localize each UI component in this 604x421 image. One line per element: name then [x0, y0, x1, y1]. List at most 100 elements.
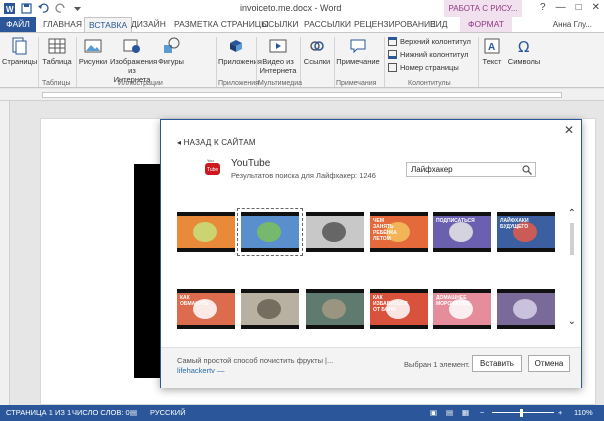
scroll-down-icon[interactable]: ⌄ — [568, 316, 576, 327]
tab-insert[interactable]: ВСТАВКА — [84, 17, 133, 32]
video-thumbnail[interactable]: ДОМАШНЕЕ МОРОЖЕНОЕ — [433, 289, 491, 329]
zoom-slider-thumb[interactable] — [520, 409, 523, 417]
thumbnail-graphic — [193, 222, 217, 242]
scroll-up-icon[interactable]: ⌃ — [568, 208, 576, 219]
customize-qat-icon[interactable] — [72, 3, 83, 14]
close-window-icon[interactable]: ✕ — [592, 2, 600, 13]
video-thumbnail[interactable] — [306, 212, 364, 252]
pictures-label: Рисунки — [78, 57, 108, 66]
video-thumbnail[interactable] — [241, 289, 299, 329]
user-account[interactable]: Анна Глу... — [553, 17, 592, 32]
group-label-comments: Примечания — [336, 80, 377, 87]
shapes-label: Фигуры — [158, 57, 184, 66]
page-number-label: Номер страницы — [400, 63, 459, 72]
tab-design[interactable]: ДИЗАЙН — [127, 17, 170, 32]
tab-home[interactable]: ГЛАВНАЯ — [39, 17, 86, 32]
online-video-button[interactable]: Видео из Интернета — [258, 35, 298, 75]
video-thumbnail[interactable]: ЛАЙФХАКИ БУДУЩЕГО — [497, 212, 555, 252]
letterbox-bar — [370, 212, 428, 216]
page-number-icon — [388, 63, 397, 72]
letterbox-bar — [433, 248, 491, 252]
close-dialog-icon[interactable]: ✕ — [564, 123, 574, 137]
svg-text:A: A — [488, 42, 495, 53]
svg-text:Ω: Ω — [518, 38, 529, 55]
scrollbar-thumb[interactable] — [570, 223, 574, 255]
online-pictures-button[interactable]: Изображения из Интернета — [110, 35, 157, 84]
links-button[interactable]: Ссылки — [302, 35, 332, 66]
zoom-in-icon[interactable]: + — [558, 405, 562, 421]
insert-button[interactable]: Вставить — [472, 355, 522, 372]
zoom-slider[interactable] — [492, 412, 554, 413]
tab-mailings[interactable]: РАССЫЛКИ — [300, 17, 355, 32]
ruler-track — [42, 92, 562, 98]
word-count[interactable]: ЧИСЛО СЛОВ: 0 — [72, 405, 130, 421]
zoom-out-icon[interactable]: − — [480, 405, 484, 421]
read-mode-icon[interactable]: ▣ — [430, 405, 437, 421]
thumbnail-caption: КАК ОБМАНУТЬ — [180, 295, 209, 307]
video-thumbnail[interactable] — [237, 208, 303, 256]
header-icon — [388, 37, 397, 46]
text-button[interactable]: A Текст — [480, 35, 504, 66]
undo-icon[interactable] — [38, 3, 49, 14]
header-button[interactable]: Верхний колонтитул — [388, 37, 471, 46]
shapes-button[interactable]: Фигуры — [156, 35, 186, 66]
comment-button[interactable]: Примечание — [336, 35, 380, 66]
letterbox-bar — [497, 289, 555, 293]
search-icon[interactable] — [522, 165, 532, 175]
footer-icon — [388, 50, 397, 59]
horizontal-ruler[interactable] — [0, 89, 604, 101]
selected-video-title: Самый простой способ почистить фрукты |.… — [177, 356, 334, 365]
print-layout-icon[interactable]: ▤ — [446, 405, 453, 421]
footer-button[interactable]: Нижний колонтитул — [388, 50, 468, 59]
thumbnail-graphic — [257, 222, 281, 242]
video-thumbnail[interactable] — [177, 212, 235, 252]
help-icon[interactable]: ? — [540, 2, 546, 13]
pages-button[interactable]: Страницы — [2, 35, 38, 66]
quick-access-toolbar: W — [4, 2, 83, 15]
group-separator — [38, 37, 39, 87]
text-box-icon: A — [484, 38, 500, 54]
pictures-button[interactable]: Рисунки — [78, 35, 108, 66]
group-label-media: Мультимедиа — [258, 80, 302, 87]
save-icon[interactable] — [21, 3, 32, 14]
search-input[interactable]: Лайфхакер — [406, 162, 536, 177]
apps-button[interactable]: Приложения — [218, 35, 262, 66]
video-thumbnail[interactable]: ПОДПИСАТЬСЯ — [433, 212, 491, 252]
tab-view[interactable]: ВИД — [426, 17, 452, 32]
symbols-button[interactable]: Ω Символы — [506, 35, 542, 66]
zoom-level[interactable]: 110% — [574, 405, 593, 421]
svg-text:W: W — [6, 5, 14, 14]
page-number-button[interactable]: Номер страницы — [388, 63, 459, 72]
thumbnail-caption: ДОМАШНЕЕ МОРОЖЕНОЕ — [436, 295, 470, 307]
page-count[interactable]: СТРАНИЦА 1 ИЗ 1 — [6, 405, 71, 421]
maximize-icon[interactable]: □ — [576, 2, 582, 13]
proofing-icon[interactable]: ▤ — [130, 405, 140, 421]
tab-file[interactable]: ФАЙЛ — [0, 17, 36, 32]
back-to-sites-link[interactable]: ◂ НАЗАД К САЙТАМ — [177, 138, 256, 147]
comment-label: Примечание — [336, 57, 380, 66]
omega-icon: Ω — [518, 38, 529, 55]
language[interactable]: РУССКИЙ — [150, 405, 186, 421]
table-button[interactable]: Таблица — [40, 35, 74, 66]
minimize-icon[interactable]: — — [556, 2, 566, 13]
vertical-ruler[interactable] — [0, 101, 10, 405]
provider-name: YouTube — [231, 158, 271, 169]
video-thumbnail[interactable] — [306, 289, 364, 329]
video-results-grid: ЧЕМ ЗАНЯТЬ РЕБЁНКА ЛЕТОМ ПОДПИСАТЬСЯ ЛАЙФХ… — [177, 206, 559, 338]
thumbnail-graphic — [257, 299, 281, 319]
pages-label: Страницы — [2, 57, 38, 66]
cancel-button[interactable]: Отмена — [528, 355, 570, 372]
video-thumbnail[interactable]: КАК ОБМАНУТЬ — [177, 289, 235, 329]
svg-text:Tube: Tube — [207, 167, 218, 173]
video-thumbnail[interactable] — [497, 289, 555, 329]
video-thumbnail[interactable]: КАК ИЗБАВИТЬСЯ ОТ БОЛИ — [370, 289, 428, 329]
video-thumbnail[interactable]: ЧЕМ ЗАНЯТЬ РЕБЁНКА ЛЕТОМ — [370, 212, 428, 252]
tab-references[interactable]: ССЫЛКИ — [258, 17, 302, 32]
channel-link[interactable]: lifehackertv — — [177, 366, 225, 375]
tab-format[interactable]: ФОРМАТ — [460, 17, 512, 32]
table-label: Таблица — [42, 57, 72, 66]
letterbox-bar — [306, 248, 364, 252]
picture-tools-header: РАБОТА С РИСУ... — [444, 0, 522, 17]
web-layout-icon[interactable]: ▦ — [462, 405, 469, 421]
redo-icon[interactable] — [55, 3, 66, 14]
